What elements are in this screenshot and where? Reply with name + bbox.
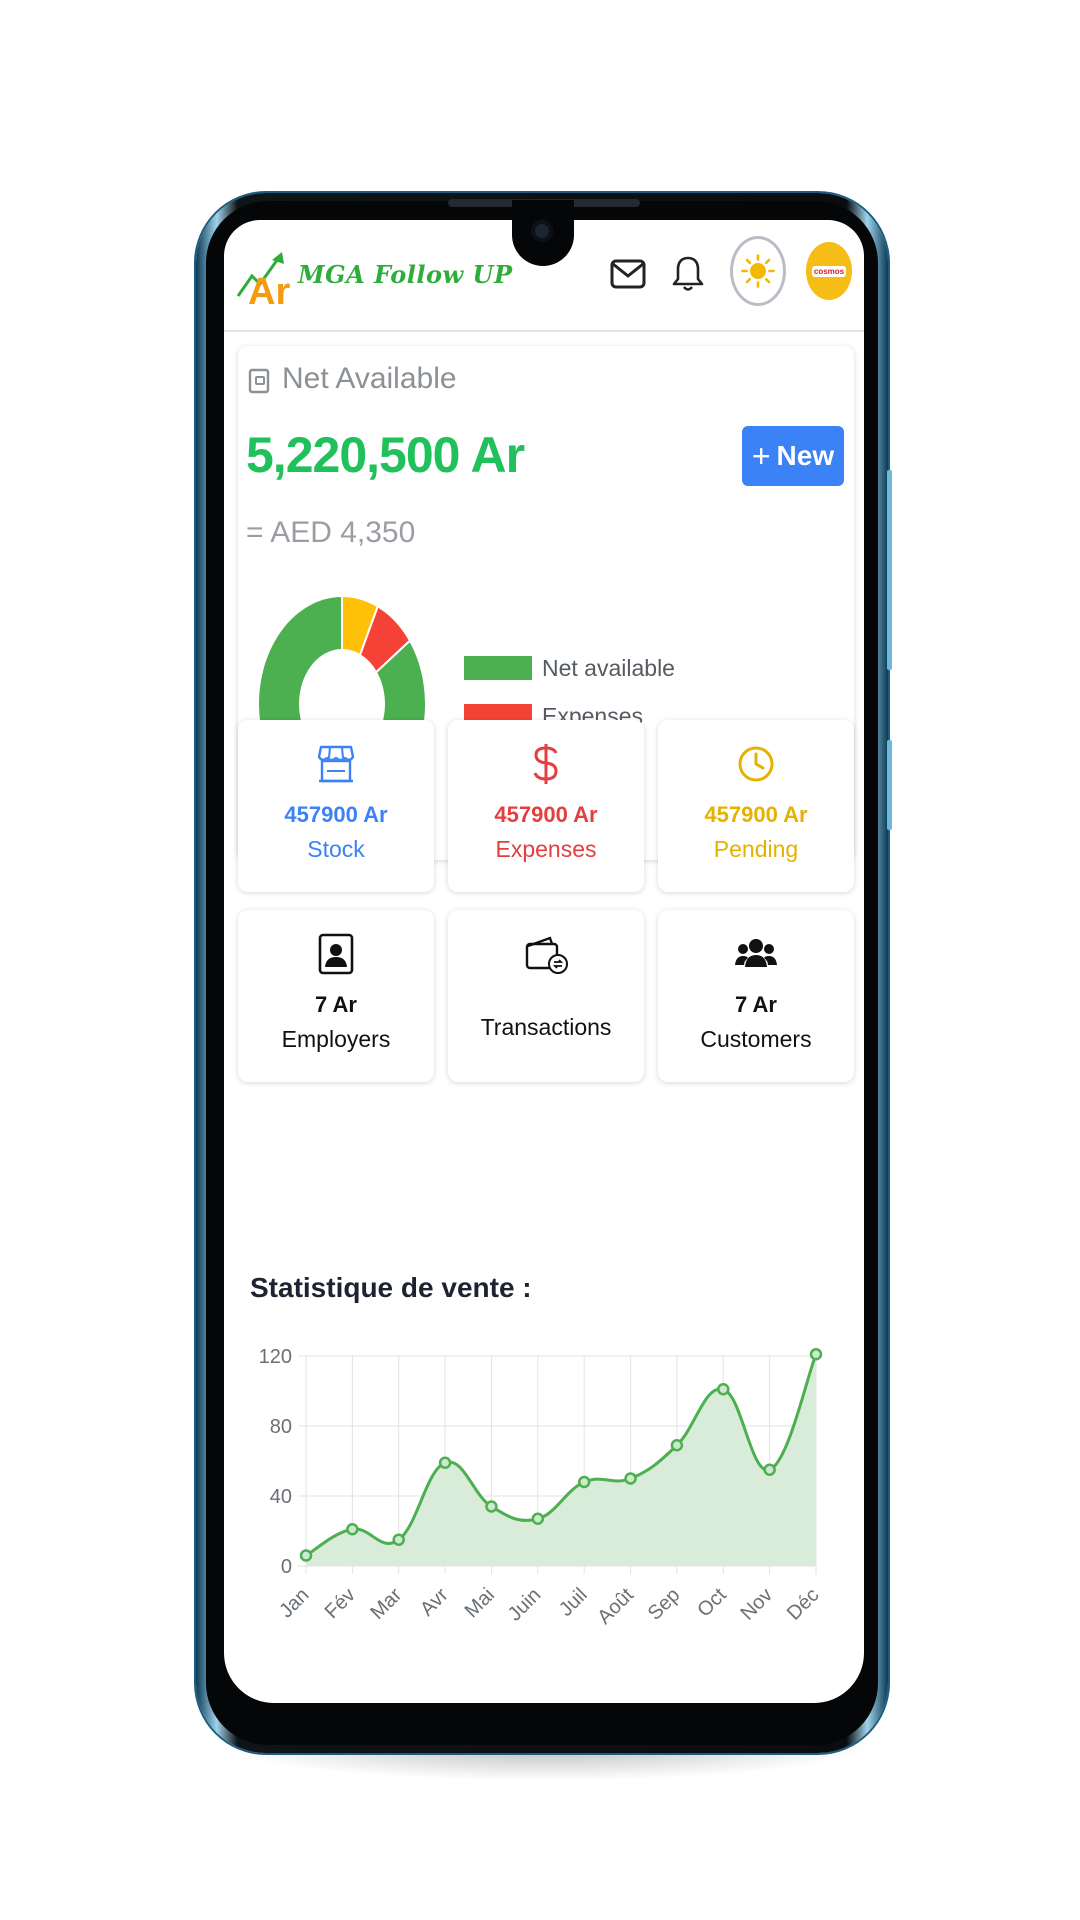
tile-value: 457900 Ar [284,802,388,827]
sales-point-Nov[interactable] [763,1463,776,1476]
sun-icon [741,254,775,288]
tile-label: Employers [281,1026,391,1052]
app-logo[interactable]: Ar MGA Follow UP [236,250,512,310]
tile-value: 457900 Ar [494,802,598,827]
front-camera-notch [512,200,574,266]
users-icon [658,932,854,976]
x-tick-label: Nov [736,1584,777,1625]
y-tick-label: 0 [281,1556,292,1578]
sales-point-Fév[interactable] [346,1523,359,1536]
x-tick-label: Août [593,1584,638,1629]
tile-transactions[interactable]: Transactions [448,910,644,1082]
x-tick-label: Mai [461,1584,499,1622]
side-volume-button [887,470,892,670]
user-avatar[interactable]: cosmos [806,242,852,300]
sales-line-chart: 0 40 80 120 Jan Fév Mar Avr Mai Juin Juil Août Sep Oc… [259,1346,824,1629]
new-button[interactable]: + New [742,426,844,486]
tile-expenses[interactable]: 457900 Ar Expenses [448,720,644,892]
tile-employers[interactable]: 7 Ar Employers [238,910,434,1082]
app-screen: Ar MGA Follow UP cosmos Net Available 5,… [224,220,864,1703]
x-tick-label: Mar [366,1584,406,1624]
sales-point-Déc[interactable] [809,1348,823,1361]
avatar-brand-text: cosmos [811,265,847,277]
mail-button[interactable] [604,250,652,298]
sales-point-Juin[interactable] [531,1512,545,1525]
logo-symbol: Ar [248,271,290,310]
plus-icon: + [751,437,771,474]
wallet-transfer-icon [448,932,644,976]
dollar-icon [448,742,644,786]
store-icon [238,742,434,786]
y-tick-label: 120 [259,1346,292,1368]
logo-text: MGA Follow UP [298,260,513,289]
clock-icon [658,742,854,786]
x-tick-label: Juin [504,1584,546,1626]
sales-point-Jan[interactable] [299,1549,313,1562]
tile-label: Pending [713,836,799,862]
tile-value: 7 Ar [735,992,777,1017]
sales-point-Juil[interactable] [577,1475,591,1489]
sales-point-Mar[interactable] [392,1533,405,1546]
tile-stock[interactable]: 457900 Ar Stock [238,720,434,892]
tile-label: Expenses [495,836,597,862]
x-tick-label: Oct [693,1584,731,1622]
x-tick-label: Juil [555,1584,592,1621]
sales-area-fill [306,1354,816,1566]
legend-item[interactable]: Net available [464,644,675,692]
sales-point-Mai[interactable] [485,1500,498,1513]
tile-pending[interactable]: 457900 Ar Pending [658,720,854,892]
legend-swatch [464,656,532,680]
net-available-converted: = AED 4,350 [246,516,416,549]
notifications-button[interactable] [664,250,712,298]
sales-point-Avr[interactable] [438,1456,452,1469]
tile-customers[interactable]: 7 Ar Customers [658,910,854,1082]
y-tick-label: 80 [270,1416,292,1438]
tile-label: Stock [307,836,365,862]
legend-label: Net available [542,654,675,681]
tile-value: 457900 Ar [704,802,808,827]
tile-label: Customers [700,1026,812,1052]
x-tick-label: Sep [644,1584,685,1625]
new-button-label: New [776,440,835,471]
employee-badge-icon [238,932,434,976]
wallet-icon [248,368,270,394]
y-tick-label: 40 [270,1486,292,1508]
bell-icon [672,256,704,291]
side-power-button [887,740,892,830]
tile-value: 7 Ar [315,992,357,1017]
front-camera [531,220,553,242]
theme-toggle-button[interactable] [730,236,786,306]
tile-label: Transactions [480,1014,612,1040]
mail-icon [610,259,646,289]
logo-chart-arrow-icon: Ar [236,252,290,310]
sales-point-Oct[interactable] [717,1383,730,1396]
sales-point-Sep[interactable] [670,1439,684,1452]
x-tick-label: Avr [416,1584,453,1621]
sales-point-Août[interactable] [624,1472,637,1485]
x-tick-label: Jan [275,1584,313,1622]
x-tick-label: Fév [321,1584,360,1623]
net-available-title: Net Available [282,362,457,395]
sales-stats-title: Statistique de vente : [250,1272,532,1303]
x-tick-label: Déc [783,1584,824,1625]
net-available-amount: 5,220,500 Ar [246,427,525,483]
